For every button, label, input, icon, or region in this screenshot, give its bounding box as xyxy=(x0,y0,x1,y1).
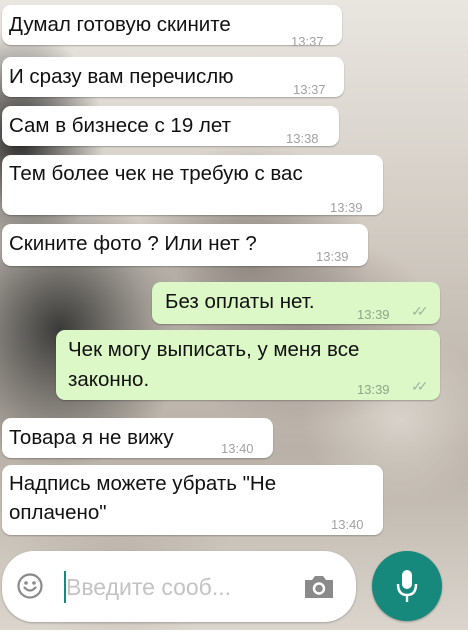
incoming-message[interactable]: Тем более чек не требую с вас 13:39 xyxy=(2,155,383,215)
message-time: 13:39 xyxy=(357,382,390,397)
message-text: И сразу вам перечислю xyxy=(9,65,234,88)
incoming-message[interactable]: Скините фото ? Или нет ? 13:39 xyxy=(2,224,368,266)
message-text: Сам в бизнесе с 19 лет xyxy=(9,114,231,137)
incoming-message[interactable]: И сразу вам перечислю 13:37 xyxy=(2,57,344,97)
bottom-edge xyxy=(0,630,468,640)
message-text-line-2: законно. xyxy=(68,368,150,391)
message-time: 13:39 xyxy=(316,249,349,264)
message-input[interactable]: Введите сооб... xyxy=(66,571,231,603)
message-text-line-2: оплачено" xyxy=(9,501,107,524)
outgoing-message[interactable]: Без оплаты нет. 13:39 ✓✓ xyxy=(152,282,440,324)
incoming-message[interactable]: Надпись можете убрать "Не оплачено" 13:4… xyxy=(2,465,383,535)
outgoing-message[interactable]: Чек могу выписать, у меня все законно. 1… xyxy=(56,330,440,400)
incoming-message[interactable]: Сам в бизнесе с 19 лет 13:38 xyxy=(2,106,339,146)
smiley-icon[interactable] xyxy=(16,572,44,600)
message-time: 13:39 xyxy=(330,200,363,215)
incoming-message[interactable]: Товара я не вижу 13:40 xyxy=(2,418,273,458)
incoming-message[interactable]: Думал готовую скините 13:37 xyxy=(2,5,342,49)
message-text: Товара я не вижу xyxy=(9,426,174,449)
message-text: Тем более чек не требую с вас xyxy=(9,162,303,185)
read-receipt-icon: ✓✓ xyxy=(411,378,429,394)
message-text: Без оплаты нет. xyxy=(165,290,315,313)
message-time: 13:40 xyxy=(331,517,364,532)
read-receipt-icon: ✓✓ xyxy=(411,303,429,319)
microphone-button[interactable] xyxy=(372,551,442,621)
message-text-line-1: Надпись можете убрать "Не xyxy=(9,472,277,495)
message-text: Скините фото ? Или нет ? xyxy=(9,232,257,255)
message-time: 13:39 xyxy=(357,307,390,322)
camera-icon[interactable] xyxy=(302,573,336,601)
microphone-icon xyxy=(395,568,419,604)
message-time: 13:37 xyxy=(293,82,326,97)
message-text-line-1: Чек могу выписать, у меня все xyxy=(68,338,360,361)
message-time: 13:40 xyxy=(221,441,254,456)
message-time: 13:38 xyxy=(286,131,319,146)
message-text: Думал готовую скините xyxy=(9,13,231,36)
message-time: 13:37 xyxy=(291,34,324,49)
message-composer: Введите сооб... xyxy=(2,551,356,622)
